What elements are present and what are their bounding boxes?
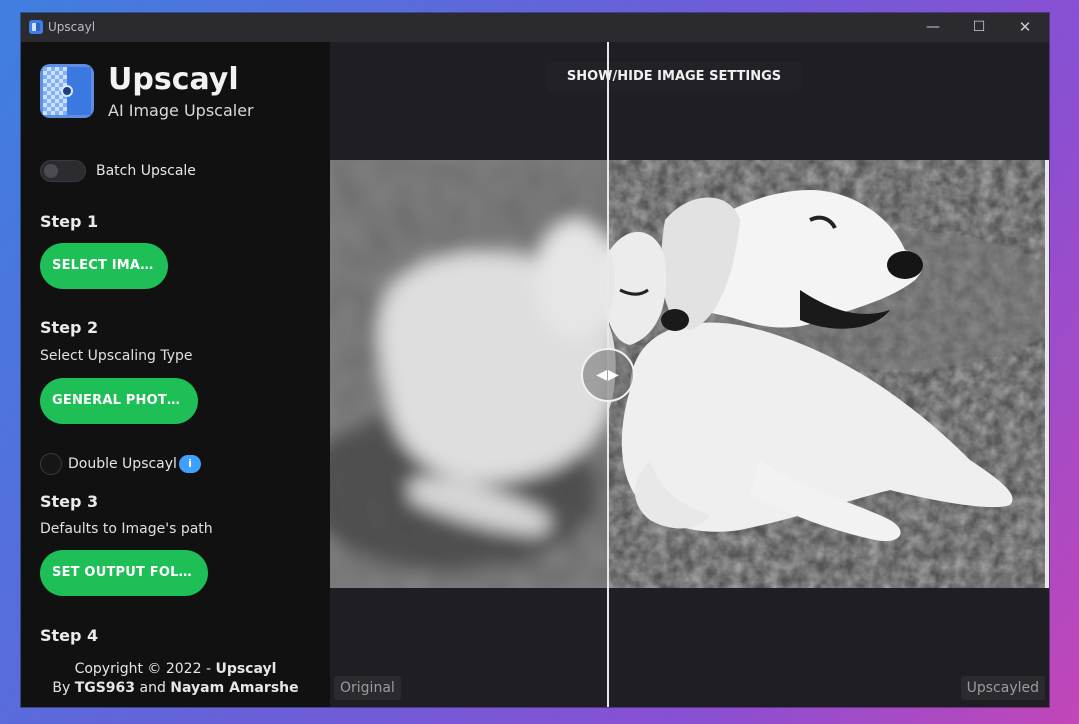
title-bar: Upscayl — ☐ ✕ xyxy=(21,13,1049,42)
upscayled-label: Upscayled xyxy=(960,676,1045,700)
by-text: By xyxy=(52,680,75,696)
batch-upscale-label: Batch Upscale xyxy=(96,163,196,179)
brand-tagline: AI Image Upscaler xyxy=(108,101,254,120)
batch-upscale-toggle[interactable] xyxy=(40,160,86,182)
sidebar: Upscayl AI Image Upscaler Batch Upscale … xyxy=(21,42,330,707)
app-window: Upscayl — ☐ ✕ Upscayl AI Image Upscaler … xyxy=(21,13,1049,707)
set-output-folder-button[interactable]: SET OUTPUT FOLDER xyxy=(40,550,208,596)
show-hide-image-settings-button[interactable]: SHOW/HIDE IMAGE SETTINGS xyxy=(546,62,802,92)
main-panel: SHOW/HIDE IMAGE SETTINGS ◀▶ Original Ups… xyxy=(330,42,1049,707)
double-upscayl-checkbox[interactable] xyxy=(40,453,62,475)
footer-credits: Copyright © 2022 - Upscayl By TGS963 and… xyxy=(21,660,330,698)
step4-title: Step 4 xyxy=(40,626,99,645)
step2-subtitle: Select Upscaling Type xyxy=(40,348,193,364)
author-nayam-amarshe: Nayam Amarshe xyxy=(170,680,299,696)
step2-title: Step 2 xyxy=(40,318,99,337)
step3-title: Step 3 xyxy=(40,492,99,511)
copyright-brand: Upscayl xyxy=(215,661,277,677)
compare-slider-icon[interactable]: ◀▶ xyxy=(581,348,635,402)
brand-title: Upscayl xyxy=(108,62,239,97)
maximize-icon[interactable]: ☐ xyxy=(959,16,999,38)
app-logo-icon xyxy=(29,20,43,34)
upscayl-logo-icon xyxy=(40,64,94,118)
dog-photo-illustration xyxy=(330,160,1049,588)
and-text: and xyxy=(135,680,171,696)
close-icon[interactable]: ✕ xyxy=(1005,16,1045,38)
upscaling-type-button[interactable]: GENERAL PHOTO (... xyxy=(40,378,198,424)
double-upscayl-label: Double Upscayl xyxy=(68,456,177,472)
original-label: Original xyxy=(334,676,401,700)
window-title: Upscayl xyxy=(48,20,96,34)
copyright-text: Copyright © 2022 - xyxy=(74,661,216,677)
info-icon[interactable]: i xyxy=(179,455,201,473)
step3-subtitle: Defaults to Image's path xyxy=(40,521,213,537)
minimize-icon[interactable]: — xyxy=(913,16,953,38)
author-tgs963: TGS963 xyxy=(74,680,136,696)
select-image-button[interactable]: SELECT IMAGE xyxy=(40,243,168,289)
compare-image xyxy=(330,160,1049,588)
step1-title: Step 1 xyxy=(40,212,99,231)
